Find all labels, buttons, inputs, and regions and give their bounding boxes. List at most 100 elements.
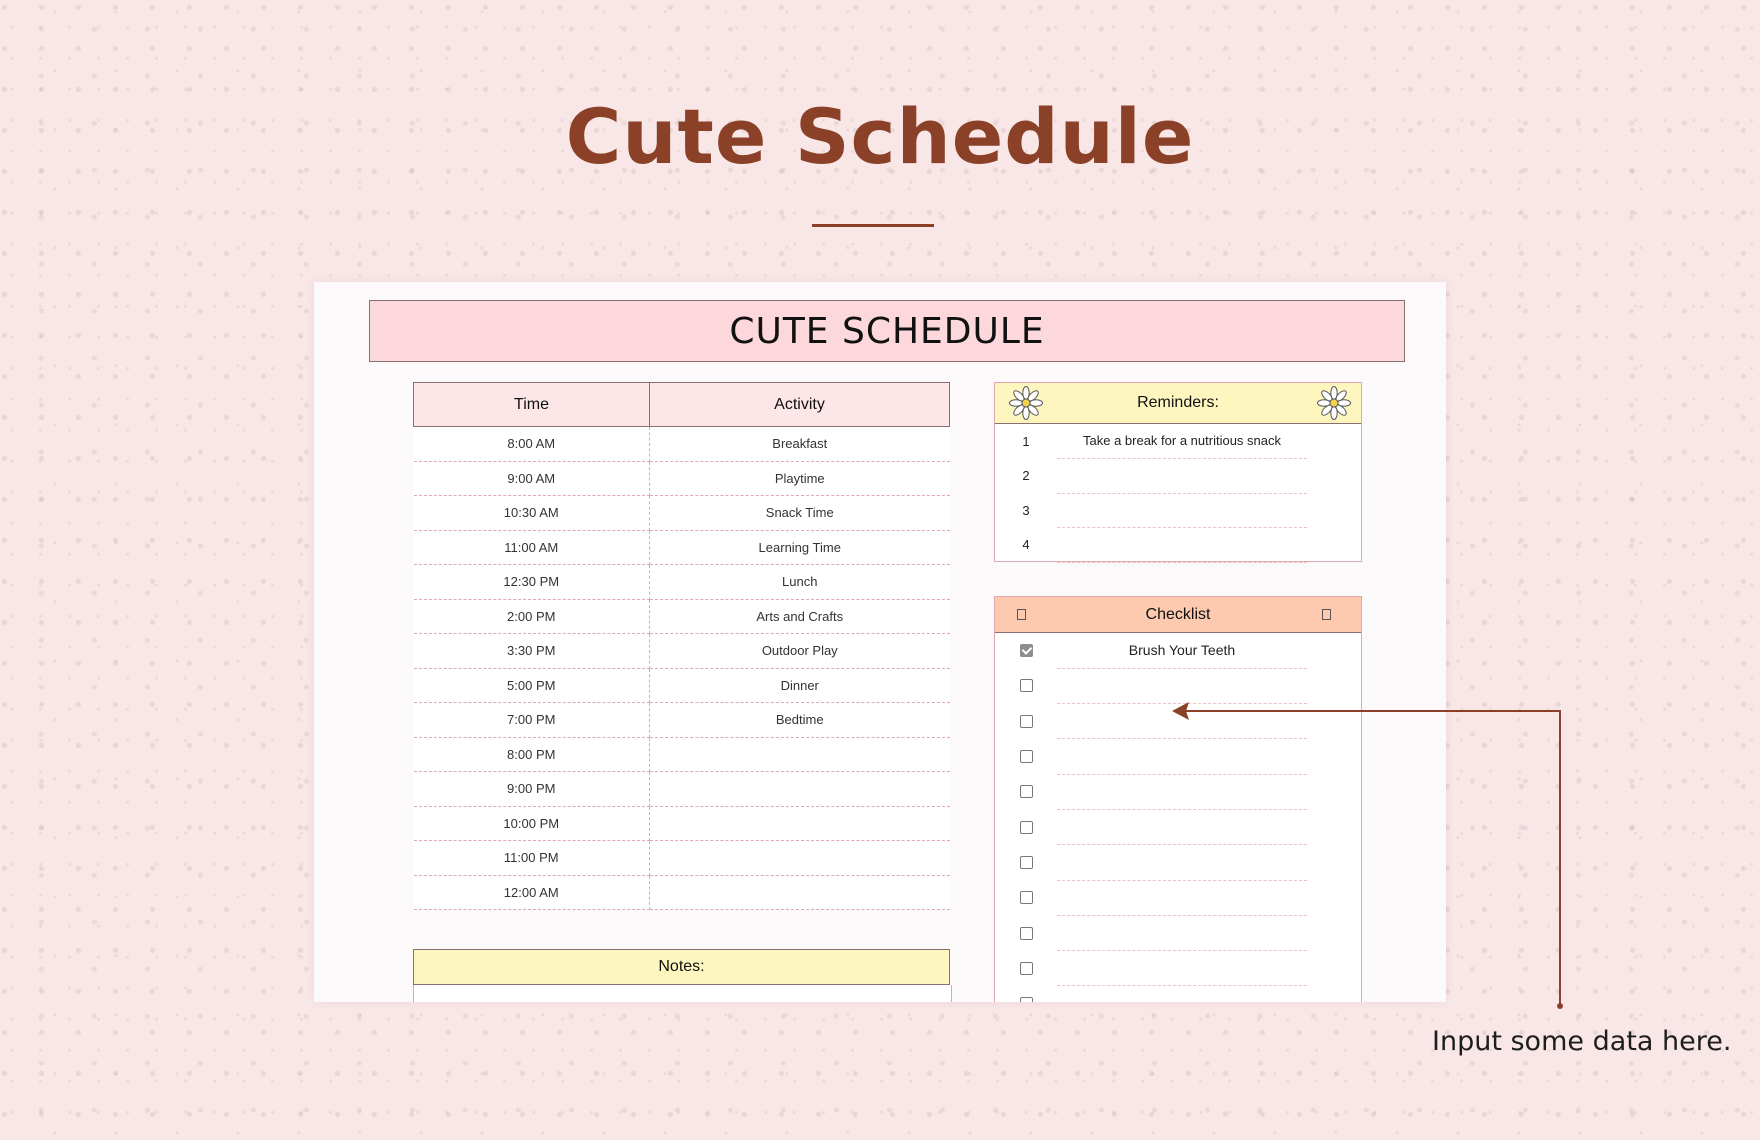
reminder-text-cell[interactable]: Take a break for a nutritious snack	[1057, 424, 1307, 459]
checklist-text-cell[interactable]	[1057, 844, 1307, 881]
checklist-text-cell[interactable]	[1057, 668, 1307, 705]
schedule-row: 2:00 PM Arts and Crafts	[413, 599, 950, 634]
time-cell[interactable]: 8:00 AM	[413, 426, 650, 462]
checklist-text-cell[interactable]	[1057, 915, 1307, 952]
checklist-row: Brush Your Teeth	[995, 633, 1361, 669]
checklist-text-cell[interactable]	[1057, 880, 1307, 916]
checkbox-cell	[995, 750, 1057, 764]
daisy-icon	[1317, 386, 1351, 420]
checklist-title: Checklist	[1145, 605, 1211, 623]
time-cell[interactable]: 12:30 PM	[413, 564, 650, 600]
time-cell[interactable]: 10:30 AM	[413, 495, 650, 531]
activity-column-header[interactable]: Activity	[649, 382, 950, 427]
checklist-row	[995, 809, 1361, 846]
schedule-row: 10:00 PM	[413, 806, 950, 841]
activity-cell[interactable]: Lunch	[649, 564, 950, 600]
checklist-text-cell[interactable]: Brush Your Teeth	[1057, 633, 1307, 669]
checklist-list: Brush Your Teeth	[995, 633, 1361, 1002]
checklist-row	[995, 774, 1361, 810]
activity-cell[interactable]: Learning Time	[649, 530, 950, 565]
checkbox-cell	[995, 714, 1057, 728]
checkbox[interactable]	[1019, 820, 1033, 834]
time-cell[interactable]: 9:00 AM	[413, 461, 650, 496]
schedule-body: 8:00 AM Breakfast 9:00 AM Playtime 10:30 AM S…	[413, 426, 950, 910]
checklist-text-cell[interactable]	[1057, 703, 1307, 740]
checkbox-cell	[995, 679, 1057, 693]
checklist-row	[995, 844, 1361, 881]
checkbox[interactable]	[1019, 891, 1033, 905]
reminders-panel: Reminders: 1 Take a break for a nutritiou…	[994, 382, 1362, 563]
time-cell[interactable]: 7:00 PM	[413, 702, 650, 738]
checkbox[interactable]	[1019, 961, 1033, 975]
checkbox[interactable]	[1019, 997, 1033, 1002]
activity-cell[interactable]: Dinner	[649, 668, 950, 703]
checkbox[interactable]	[1019, 750, 1033, 764]
schedule-row: 9:00 AM Playtime	[413, 461, 950, 496]
time-cell[interactable]: 2:00 PM	[413, 599, 650, 634]
activity-cell[interactable]: Bedtime	[649, 702, 950, 738]
checkbox-cell	[995, 961, 1057, 975]
schedule-row: 9:00 PM	[413, 771, 950, 807]
checkbox[interactable]	[1019, 785, 1033, 799]
schedule-row: 11:00 PM	[413, 840, 950, 876]
checklist-text-cell[interactable]	[1057, 950, 1307, 987]
reminder-row: 2	[995, 459, 1361, 494]
time-column-header[interactable]: Time	[413, 382, 650, 427]
checkbox-cell	[995, 785, 1057, 799]
reminders-list: 1 Take a break for a nutritious snack 2 3 4	[995, 424, 1361, 563]
checklist-text-cell[interactable]	[1057, 809, 1307, 846]
reminder-text-cell[interactable]	[1057, 527, 1307, 563]
checkbox[interactable]	[1019, 714, 1033, 728]
time-cell[interactable]: 11:00 AM	[413, 530, 650, 565]
checkbox[interactable]	[1019, 855, 1033, 869]
checklist-row	[995, 703, 1361, 740]
reminder-row: 3	[995, 493, 1361, 528]
daisy-icon	[1009, 386, 1043, 420]
activity-cell[interactable]	[649, 771, 950, 807]
notes-header: Notes:	[413, 949, 950, 985]
schedule-row: 7:00 PM Bedtime	[413, 702, 950, 738]
checkbox-cell	[995, 997, 1057, 1002]
checklist-row	[995, 950, 1361, 987]
page-title: Cute Schedule	[565, 92, 1195, 181]
checklist-header: Checklist	[995, 597, 1361, 633]
reminder-row: 4	[995, 528, 1361, 563]
reminder-text-cell[interactable]	[1057, 493, 1307, 528]
activity-cell[interactable]	[649, 806, 950, 841]
checked-checkbox[interactable]	[1019, 644, 1033, 658]
reminder-text-cell[interactable]	[1057, 458, 1307, 494]
schedule-row: 5:00 PM Dinner	[413, 668, 950, 703]
time-cell[interactable]: 9:00 PM	[413, 771, 650, 807]
reminder-number: 4	[1022, 537, 1030, 553]
activity-cell[interactable]	[649, 840, 950, 876]
checklist-text-cell[interactable]	[1057, 774, 1307, 810]
activity-cell[interactable]: Arts and Crafts	[649, 599, 950, 634]
time-cell[interactable]: 10:00 PM	[413, 806, 650, 841]
callout-label: Input some data here.	[1432, 1026, 1732, 1057]
activity-cell[interactable]: Breakfast	[649, 426, 950, 462]
activity-cell[interactable]: Playtime	[649, 461, 950, 496]
time-cell[interactable]: 3:30 PM	[413, 633, 650, 669]
schedule-row: 8:00 PM	[413, 737, 950, 772]
activity-cell[interactable]	[649, 737, 950, 772]
checkbox-cell	[995, 855, 1057, 869]
time-cell[interactable]: 11:00 PM	[413, 840, 650, 876]
time-cell[interactable]: 5:00 PM	[413, 668, 650, 703]
reminders-header: Reminders:	[995, 383, 1361, 424]
checklist-text-cell[interactable]	[1057, 738, 1307, 775]
activity-cell[interactable]	[649, 875, 950, 910]
time-cell[interactable]: 8:00 PM	[413, 737, 650, 772]
schedule-row: 12:00 AM	[413, 875, 950, 910]
notes-area[interactable]	[413, 985, 952, 1002]
schedule-table: Time Activity 8:00 AM Breakfast 9:00 AM Pla…	[413, 382, 950, 910]
time-cell[interactable]: 12:00 AM	[413, 875, 650, 910]
activity-cell[interactable]: Snack Time	[649, 495, 950, 531]
checkbox[interactable]	[1019, 926, 1033, 940]
reminder-row: 1 Take a break for a nutritious snack	[995, 424, 1361, 459]
checklist-text-cell[interactable]	[1057, 985, 1307, 1002]
reminders-title: Reminders:	[1137, 394, 1219, 411]
checklist-row	[995, 738, 1361, 775]
checkbox[interactable]	[1019, 679, 1033, 693]
checkbox-cell	[995, 891, 1057, 905]
activity-cell[interactable]: Outdoor Play	[649, 633, 950, 669]
